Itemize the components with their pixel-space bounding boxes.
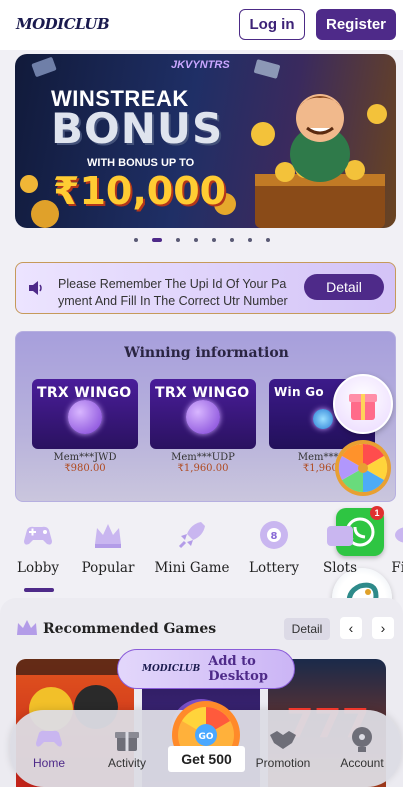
pagination-dot[interactable] — [265, 238, 270, 242]
add-to-desktop-button[interactable]: MODICLUB Add to Desktop — [117, 649, 295, 689]
pagination-dot[interactable] — [175, 238, 180, 242]
recommended-games-title: Recommended Games — [43, 621, 217, 637]
tab-label: Account — [340, 756, 384, 770]
active-category-indicator — [24, 588, 54, 592]
winball-icon — [313, 409, 333, 429]
register-button[interactable]: Register — [316, 9, 396, 40]
notice-line: Please Remember The Upi Id Of Your Pa — [58, 277, 287, 291]
banner-brand: JKVYNTRS — [171, 59, 230, 71]
category-label: Lobby — [16, 560, 59, 576]
speaker-icon — [29, 281, 42, 295]
game-category-bar: Lobby Popular Mini Game 8 Lottery Slots — [0, 518, 403, 593]
trx-ball-icon — [68, 400, 102, 434]
tab-account[interactable]: Account — [323, 710, 401, 787]
tab-promotion[interactable]: Promotion — [244, 710, 322, 787]
winning-member: Mem***UDP — [171, 452, 235, 463]
login-button[interactable]: Log in — [239, 9, 305, 40]
notice-bar: Please Remember The Upi Id Of Your Pa ym… — [15, 262, 396, 314]
recommended-detail-button[interactable]: Detail — [284, 618, 330, 640]
category-label: Fish — [391, 560, 403, 576]
pagination-dot[interactable] — [247, 238, 252, 242]
crown-icon — [17, 620, 37, 635]
winning-amount: ₹1,960.00 — [177, 463, 229, 474]
tab-home[interactable]: Home — [10, 710, 88, 787]
winning-member: Mem***JWD — [53, 452, 117, 463]
pagination-dot-active[interactable] — [151, 238, 162, 242]
add-to-desktop-logo: MODICLUB — [142, 664, 201, 674]
slots-icon — [327, 526, 353, 546]
winning-title: Winning information — [124, 345, 289, 361]
category-mini-game[interactable]: Mini Game — [152, 518, 232, 576]
winning-entry: Mem***UDP ₹1,960.00 — [150, 452, 256, 474]
gift-icon — [115, 732, 139, 751]
notice-line: yment And Fill In The Correct Utr Number — [58, 294, 288, 308]
tab-label: Home — [32, 756, 65, 770]
notice-detail-button[interactable]: Detail — [304, 274, 384, 300]
notice-message: Please Remember The Upi Id Of Your Pa ym… — [58, 276, 314, 310]
pagination-dot[interactable] — [211, 238, 216, 242]
banner-pagination — [0, 238, 403, 242]
tab-activity[interactable]: Activity — [88, 710, 166, 787]
trx-ball-icon — [186, 400, 220, 434]
top-header: MODICLUB Log in Register — [0, 0, 403, 50]
banner-subtitle: WITH BONUS UP TO — [87, 157, 195, 169]
account-icon — [352, 727, 372, 752]
winning-game-name: TRX WINGO — [155, 385, 250, 401]
banner-amount: ₹10,000 — [53, 169, 227, 213]
winning-entry: Mem***JWD ₹980.00 — [32, 452, 138, 474]
category-label: Mini Game — [154, 560, 230, 576]
pagination-dot[interactable] — [229, 238, 234, 242]
winning-game-card[interactable]: TRX WINGO — [150, 379, 256, 449]
brand-logo[interactable]: MODICLUB — [16, 15, 110, 33]
lottery-ball-icon: 8 — [260, 521, 288, 549]
tab-label: Activity — [107, 756, 146, 770]
add-to-desktop-label: Add to Desktop — [208, 654, 268, 684]
category-fish[interactable]: Fish — [366, 518, 403, 576]
pagination-dot[interactable] — [133, 238, 138, 242]
category-lobby[interactable]: Lobby — [0, 518, 78, 576]
gift-box-float-button[interactable] — [333, 374, 393, 434]
winning-game-name: Win Go — [274, 385, 324, 399]
fish-icon — [395, 527, 403, 543]
handshake-icon — [270, 731, 296, 749]
category-label: Popular — [81, 560, 135, 576]
category-popular[interactable]: Popular — [68, 518, 148, 576]
tab-label: Promotion — [255, 756, 311, 770]
recommended-next-button[interactable]: › — [372, 617, 394, 639]
get-500-button[interactable]: Get 500 — [168, 746, 245, 772]
lucky-wheel-float-button[interactable] — [333, 438, 393, 498]
winning-amount: ₹980.00 — [64, 463, 106, 474]
gamepad-icon — [24, 526, 52, 545]
gift-icon — [349, 394, 377, 420]
recommended-prev-button[interactable]: ‹ — [340, 617, 362, 639]
promo-banner[interactable]: JKVYNTRS WINSTREAK BONUS WITH BONUS UP T… — [15, 54, 396, 228]
svg-text:GO: GO — [198, 732, 213, 742]
svg-text:8: 8 — [271, 531, 278, 542]
crown-icon — [95, 524, 121, 548]
banner-title: BONUS — [51, 104, 224, 153]
winning-game-name: TRX WINGO — [37, 385, 132, 401]
winning-game-card[interactable]: TRX WINGO — [32, 379, 138, 449]
pagination-dot[interactable] — [193, 238, 198, 242]
banner-character-illustration — [251, 94, 387, 228]
rocket-icon — [178, 522, 205, 549]
home-gamepad-icon — [36, 730, 62, 747]
